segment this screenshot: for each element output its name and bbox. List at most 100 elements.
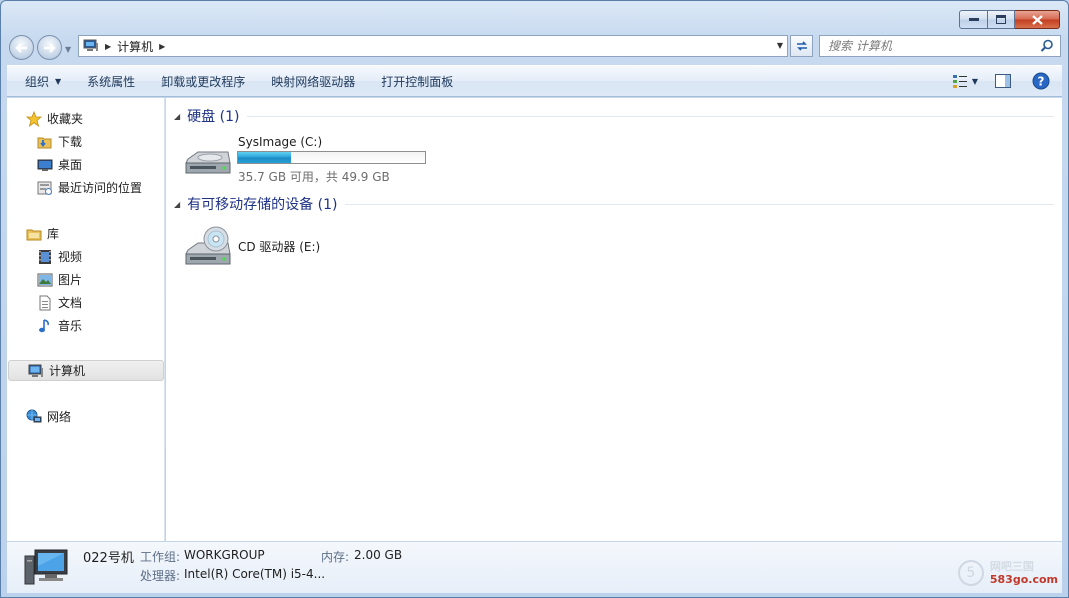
nav-videos[interactable]: 视频 bbox=[7, 246, 163, 267]
command-bar: 组织 ▼ 系统属性 卸载或更改程序 映射网络驱动器 打开控制面板 ▼ ? bbox=[7, 65, 1062, 97]
computer-icon bbox=[24, 549, 68, 585]
nav-favorites[interactable]: 收藏夹 bbox=[7, 108, 163, 129]
memory-value: 2.00 GB bbox=[354, 548, 403, 562]
network-icon bbox=[26, 409, 42, 422]
nav-libraries[interactable]: 库 bbox=[7, 223, 163, 244]
search-box[interactable] bbox=[819, 35, 1061, 57]
drive-c-label: SysImage (C:) bbox=[238, 135, 323, 149]
chevron-down-icon: ▼ bbox=[971, 76, 978, 86]
desktop-icon bbox=[37, 159, 53, 171]
breadcrumb-separator[interactable]: ▶ bbox=[159, 42, 165, 51]
details-pane: 022号机 工作组: WORKGROUP 内存: 2.00 GB 处理器: In… bbox=[7, 541, 1062, 593]
nav-music-label: 音乐 bbox=[58, 319, 83, 333]
organize-label: 组织 bbox=[25, 74, 50, 89]
view-icon bbox=[953, 75, 967, 88]
memory-label: 内存: bbox=[321, 550, 350, 564]
nav-libraries-label: 库 bbox=[47, 227, 60, 241]
nav-videos-label: 视频 bbox=[58, 250, 83, 264]
forward-button[interactable] bbox=[37, 35, 62, 60]
watermark-line2: 583go.com bbox=[989, 573, 1058, 586]
system-properties-button[interactable]: 系统属性 bbox=[74, 66, 148, 96]
drive-e-label: CD 驱动器 (E:) bbox=[238, 240, 321, 254]
nav-computer-label: 计算机 bbox=[49, 364, 86, 378]
arrow-left-icon bbox=[15, 42, 27, 53]
minimize-button[interactable] bbox=[959, 10, 988, 29]
computer-name: 022号机 bbox=[83, 551, 134, 566]
open-control-panel-button[interactable]: 打开控制面板 bbox=[368, 66, 466, 96]
organize-button[interactable]: 组织 ▼ bbox=[7, 66, 74, 96]
nav-computer[interactable]: 计算机 bbox=[8, 360, 164, 381]
breadcrumb-separator[interactable]: ▶ bbox=[105, 42, 111, 51]
open-control-panel-label: 打开控制面板 bbox=[381, 74, 454, 89]
group-header-hard-disks-label: 硬盘 (1) bbox=[187, 109, 240, 125]
system-properties-label: 系统属性 bbox=[87, 74, 136, 89]
nav-downloads[interactable]: 下载 bbox=[7, 131, 163, 152]
help-button[interactable]: ? bbox=[1028, 70, 1054, 92]
back-button[interactable] bbox=[9, 35, 34, 60]
address-dropdown[interactable]: ▼ bbox=[777, 41, 783, 50]
view-options-button[interactable]: ▼ bbox=[952, 70, 978, 92]
nav-favorites-label: 收藏夹 bbox=[47, 112, 84, 126]
uninstall-program-button[interactable]: 卸载或更改程序 bbox=[148, 66, 258, 96]
music-icon bbox=[39, 318, 49, 332]
nav-recent-places-label: 最近访问的位置 bbox=[58, 181, 143, 195]
watermark-line1: 网吧三国 bbox=[989, 560, 1034, 573]
uninstall-program-label: 卸载或更改程序 bbox=[161, 74, 246, 89]
watermark: 5 网吧三国 583go.com bbox=[957, 560, 1058, 586]
computer-icon bbox=[83, 39, 98, 51]
nav-documents-label: 文档 bbox=[58, 296, 83, 310]
group-header-removable-label: 有可移动存储的设备 (1) bbox=[187, 197, 338, 213]
address-row: ▼ ▶ 计算机 ▶ ▼ bbox=[1, 31, 1068, 63]
recent-places-icon bbox=[37, 181, 52, 195]
breadcrumb-computer[interactable]: 计算机 bbox=[117, 38, 153, 55]
libraries-icon bbox=[26, 229, 42, 240]
address-bar[interactable]: ▶ 计算机 ▶ ▼ bbox=[78, 35, 788, 57]
preview-pane-button[interactable] bbox=[990, 70, 1016, 92]
nav-pictures[interactable]: 图片 bbox=[7, 269, 163, 290]
recent-pages-dropdown[interactable]: ▼ bbox=[65, 45, 71, 54]
nav-desktop-label: 桌面 bbox=[58, 158, 83, 172]
drive-c-free-space: 35.7 GB 可用，共 49.9 GB bbox=[238, 170, 390, 184]
nav-network-label: 网络 bbox=[47, 410, 72, 424]
workgroup-label: 工作组: bbox=[140, 550, 181, 564]
nav-music[interactable]: 音乐 bbox=[7, 315, 163, 336]
search-input[interactable] bbox=[820, 36, 1030, 56]
downloads-folder-icon bbox=[37, 137, 52, 148]
command-bar-right: ▼ ? bbox=[952, 66, 1054, 96]
map-network-drive-label: 映射网络驱动器 bbox=[271, 74, 356, 89]
star-icon bbox=[26, 110, 42, 127]
search-icon[interactable] bbox=[1040, 39, 1054, 53]
explorer-window: ▼ ▶ 计算机 ▶ ▼ 组织 ▼ 系统属性 卸载或更改程序 映射网络驱动器 打开… bbox=[0, 0, 1069, 598]
close-button[interactable] bbox=[1015, 10, 1060, 29]
documents-icon bbox=[39, 295, 51, 310]
video-icon bbox=[39, 249, 51, 264]
drive-c-usage-fill bbox=[238, 152, 292, 163]
collapse-triangle-icon[interactable]: ◢ bbox=[174, 112, 180, 121]
map-network-drive-button[interactable]: 映射网络驱动器 bbox=[258, 66, 368, 96]
collapse-triangle-icon[interactable]: ◢ bbox=[174, 200, 180, 209]
nav-network[interactable]: 网络 bbox=[7, 406, 163, 427]
computer-icon bbox=[28, 364, 43, 377]
group-divider bbox=[345, 203, 1054, 205]
drive-e[interactable]: CD 驱动器 (E:) bbox=[184, 226, 364, 272]
processor-label: 处理器: bbox=[140, 569, 181, 583]
close-icon bbox=[1031, 14, 1043, 25]
nav-downloads-label: 下载 bbox=[58, 135, 83, 149]
drive-c[interactable]: SysImage (C:) 35.7 GB 可用，共 49.9 GB bbox=[184, 135, 444, 185]
refresh-button[interactable] bbox=[790, 35, 813, 57]
nav-desktop[interactable]: 桌面 bbox=[7, 154, 163, 175]
pictures-icon bbox=[37, 273, 53, 286]
hard-drive-icon bbox=[185, 151, 231, 174]
maximize-icon bbox=[996, 15, 1006, 24]
refresh-icon bbox=[796, 41, 807, 51]
nav-documents[interactable]: 文档 bbox=[7, 292, 163, 313]
content-pane: ◢ 硬盘 (1) SysImage (C:) 35.7 GB 可用，共 49.9… bbox=[166, 98, 1062, 541]
svg-text:?: ? bbox=[1038, 75, 1045, 89]
nav-recent-places[interactable]: 最近访问的位置 bbox=[7, 177, 163, 198]
help-icon: ? bbox=[1032, 72, 1050, 90]
group-header-hard-disks[interactable]: ◢ 硬盘 (1) bbox=[174, 106, 1054, 126]
group-header-removable[interactable]: ◢ 有可移动存储的设备 (1) bbox=[174, 194, 1054, 214]
maximize-button[interactable] bbox=[988, 10, 1015, 29]
caption-buttons bbox=[959, 10, 1060, 29]
workgroup-value: WORKGROUP bbox=[184, 548, 265, 562]
